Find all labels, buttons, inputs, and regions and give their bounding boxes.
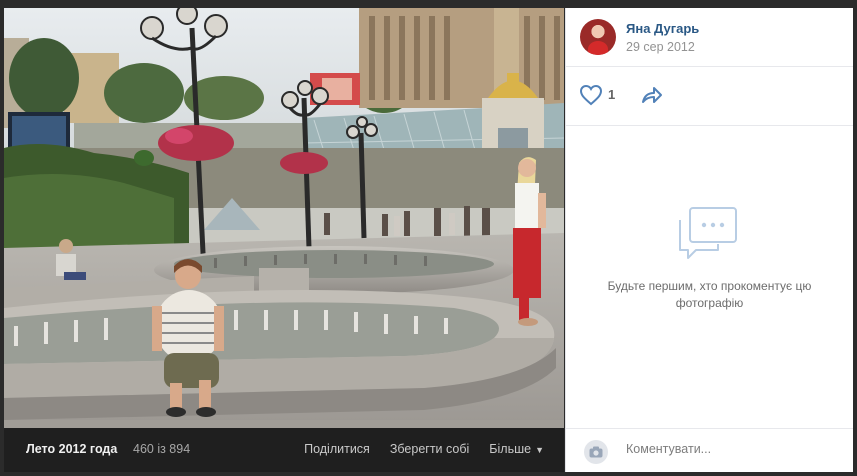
camera-icon[interactable] xyxy=(584,440,608,464)
more-label: Більше xyxy=(489,442,532,456)
chevron-down-icon: ▼ xyxy=(535,445,544,455)
photo-image xyxy=(4,8,564,428)
empty-comments-message: Будьте першим, хто прокоментує цю фотогр… xyxy=(607,279,812,310)
author-header: Яна Дугарь 29 сер 2012 xyxy=(566,8,853,67)
top-strip xyxy=(0,0,857,8)
reactions-row: 1 xyxy=(566,67,853,126)
comments-empty-state: Будьте першим, хто прокоментує цю фотогр… xyxy=(566,126,853,426)
post-date: 29 сер 2012 xyxy=(626,40,695,54)
share-arrow-icon[interactable] xyxy=(639,84,663,106)
album-title-link[interactable]: Лето 2012 года xyxy=(26,442,117,456)
more-menu-button[interactable]: Більше ▼ xyxy=(489,442,544,456)
author-name-link[interactable]: Яна Дугарь xyxy=(626,21,699,36)
comment-input-bar: Коментувати... xyxy=(566,428,853,473)
share-photo-button[interactable]: Поділитися xyxy=(304,442,370,456)
save-photo-button[interactable]: Зберегти собі xyxy=(390,442,469,456)
photo-viewer[interactable] xyxy=(4,8,564,428)
photo-bottom-bar: Лето 2012 года 460 із 894 Поділитися Збе… xyxy=(4,428,564,472)
photo-actions: Поділитися Зберегти собі Більше ▼ xyxy=(304,442,544,456)
like-count: 1 xyxy=(608,87,616,102)
photo-counter: 460 із 894 xyxy=(133,442,191,456)
heart-outline-icon[interactable] xyxy=(579,84,603,106)
avatar[interactable] xyxy=(580,19,616,55)
photo-side-panel: Яна Дугарь 29 сер 2012 1 Будьте першим, … xyxy=(565,8,853,472)
speech-bubble-icon xyxy=(679,207,737,259)
comment-input[interactable]: Коментувати... xyxy=(626,442,711,456)
